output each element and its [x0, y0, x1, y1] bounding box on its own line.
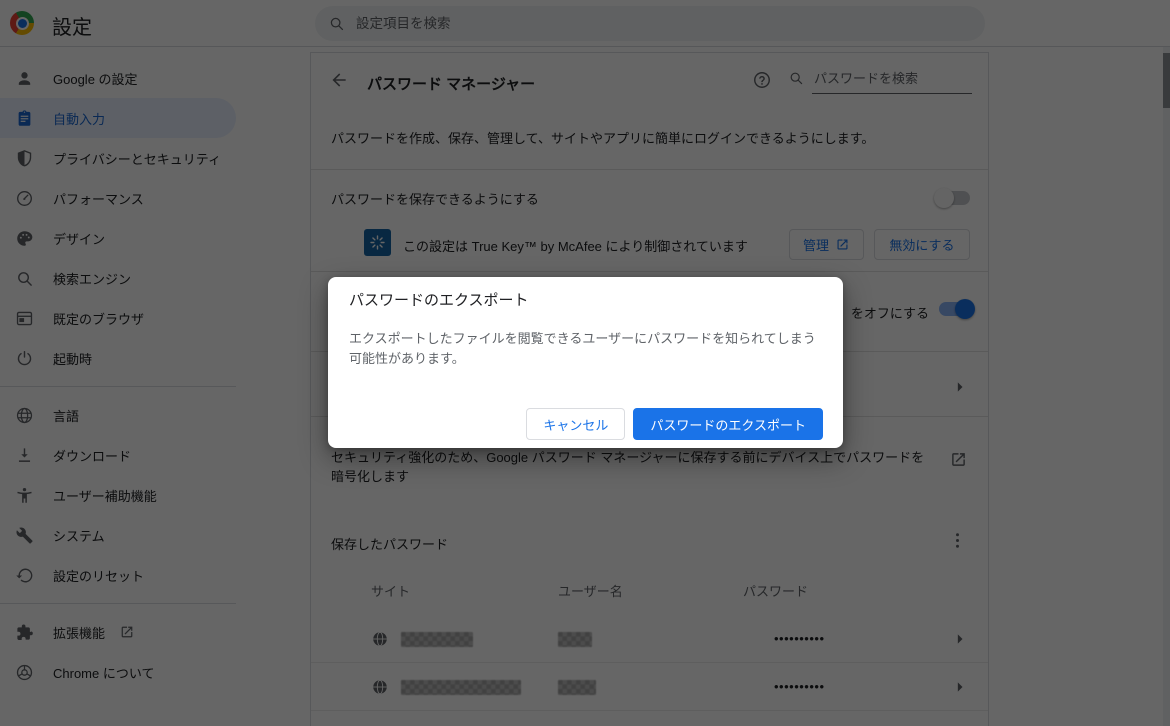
export-passwords-dialog: パスワードのエクスポート エクスポートしたファイルを閲覧できるユーザーにパスワー… — [328, 277, 843, 448]
cancel-button[interactable]: キャンセル — [526, 408, 626, 440]
export-confirm-button[interactable]: パスワードのエクスポート — [633, 408, 823, 440]
dialog-actions: キャンセル パスワードのエクスポート — [526, 408, 823, 440]
dialog-title: パスワードのエクスポート — [349, 292, 529, 309]
dialog-body: エクスポートしたファイルを閲覧できるユーザーにパスワードを知られてしまう可能性が… — [349, 331, 816, 366]
